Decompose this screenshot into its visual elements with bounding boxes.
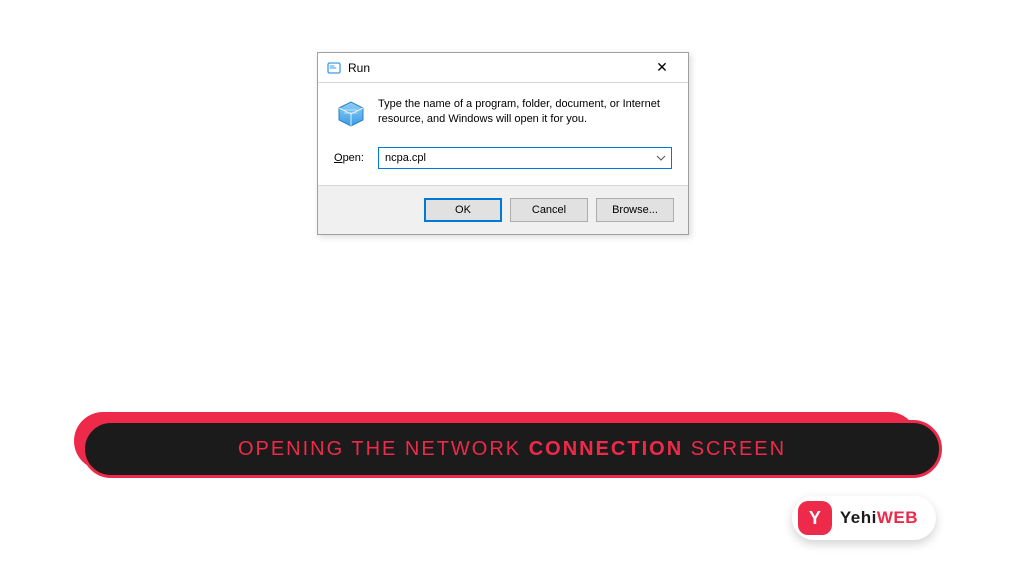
instruction-row: Type the name of a program, folder, docu… [334, 97, 672, 131]
titlebar[interactable]: Run ✕ [318, 53, 688, 83]
brand-name: YehiWEB [840, 508, 918, 528]
cancel-button[interactable]: Cancel [510, 198, 588, 222]
caption-banner: OPENING THE NETWORK CONNECTION SCREEN [82, 420, 942, 478]
caption-text: OPENING THE NETWORK CONNECTION SCREEN [238, 438, 786, 461]
close-button[interactable]: ✕ [642, 54, 682, 82]
open-combobox[interactable] [378, 147, 672, 169]
brand-badge: Y YehiWEB [792, 496, 936, 540]
dialog-body: Type the name of a program, folder, docu… [318, 83, 688, 185]
run-dialog: Run ✕ Type the name of [317, 52, 689, 235]
open-input[interactable] [378, 147, 672, 169]
brand-logo-icon: Y [798, 501, 832, 535]
banner-bar: OPENING THE NETWORK CONNECTION SCREEN [82, 420, 942, 478]
dialog-title: Run [348, 61, 642, 75]
instruction-text: Type the name of a program, folder, docu… [378, 97, 672, 131]
close-icon: ✕ [656, 59, 668, 76]
open-label: Open: [334, 152, 368, 164]
browse-button[interactable]: Browse... [596, 198, 674, 222]
run-box-icon [334, 97, 368, 131]
open-row: Open: [334, 147, 672, 169]
button-row: OK Cancel Browse... [318, 185, 688, 234]
run-app-icon [326, 60, 342, 76]
ok-button[interactable]: OK [424, 198, 502, 222]
